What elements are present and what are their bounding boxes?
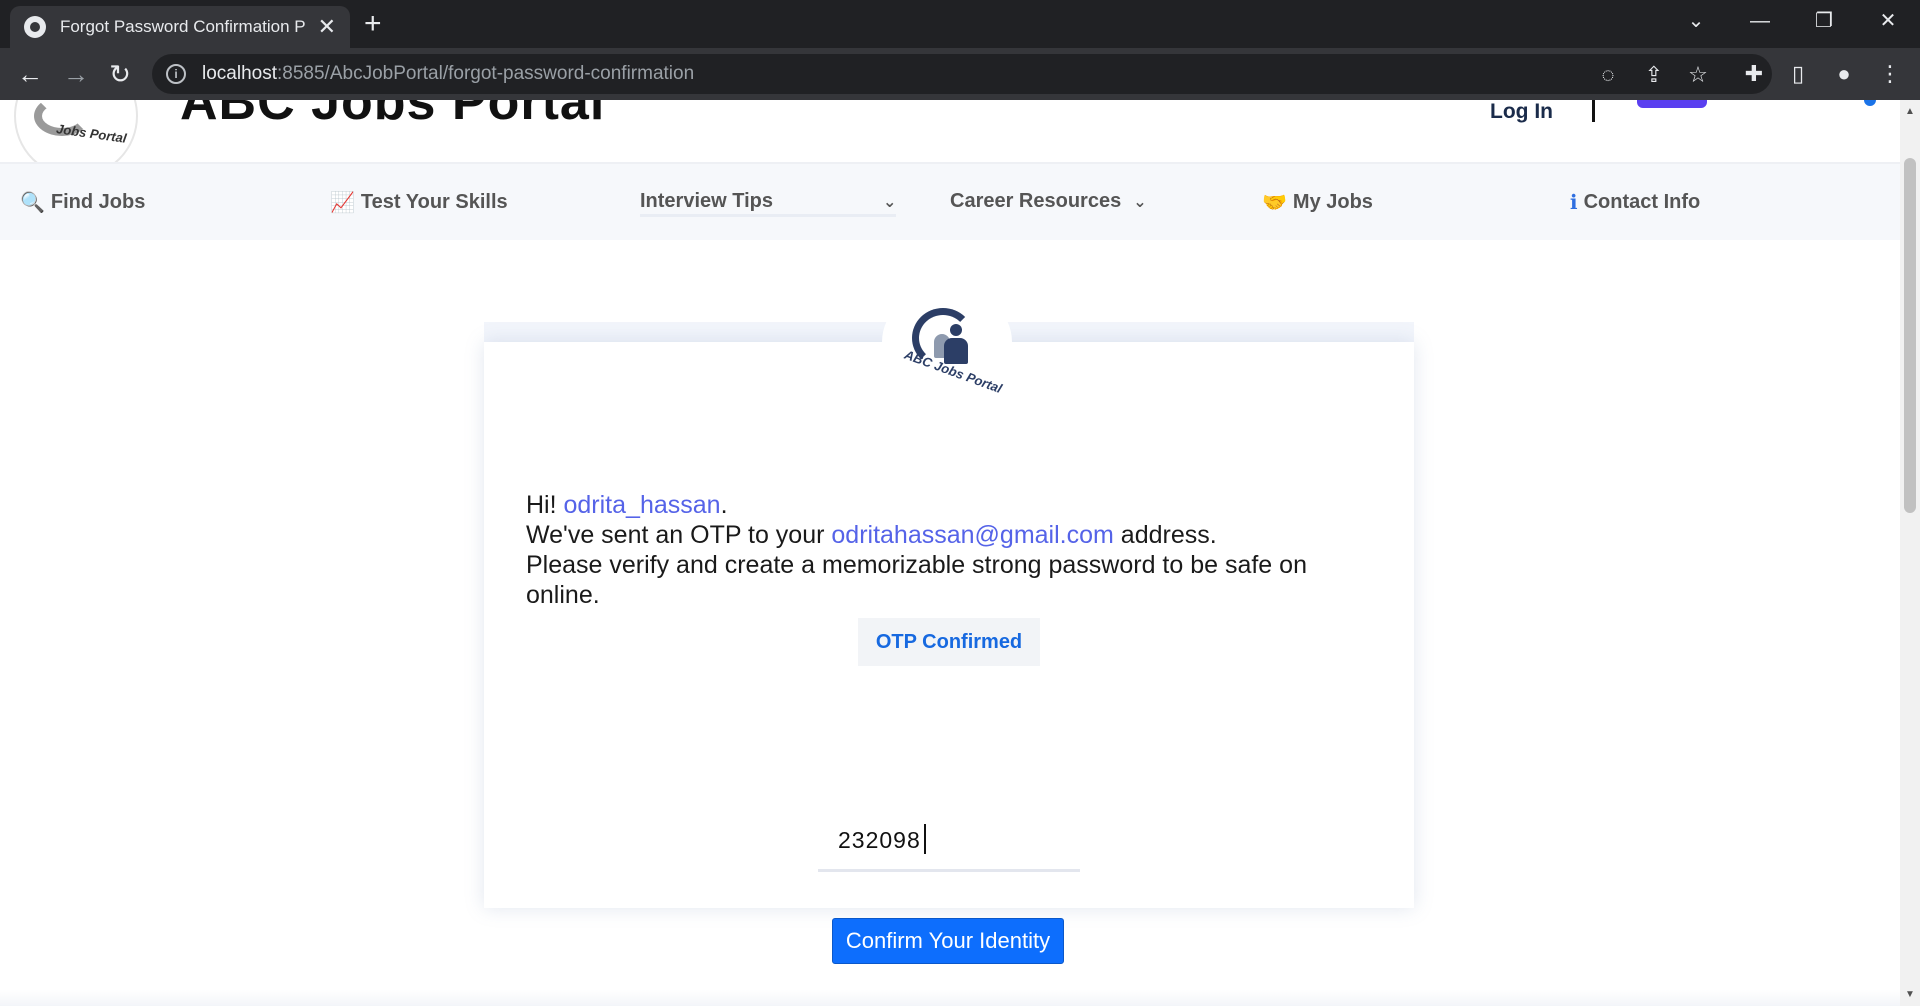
minimize-icon[interactable]: — xyxy=(1740,6,1780,36)
page-scrollbar[interactable]: ▲ ▼ xyxy=(1900,100,1920,1006)
nav-contact-info-label: Contact Info xyxy=(1583,191,1701,213)
tab-close-icon[interactable]: ✕ xyxy=(318,16,336,38)
url-text[interactable]: localhost:8585/AbcJobPortal/forgot-passw… xyxy=(202,63,694,85)
chart-line-icon: 📈 xyxy=(330,192,355,214)
nav-my-jobs[interactable]: 🤝 My Jobs xyxy=(1262,190,1373,215)
extensions-icon[interactable]: ✚ xyxy=(1738,58,1770,90)
nav-contact-info[interactable]: ℹ Contact Info xyxy=(1570,190,1700,215)
site-header: Jobs Portal ABC Jobs Portal Log In xyxy=(0,100,1900,178)
otp-status-badge: OTP Confirmed xyxy=(858,618,1040,666)
site-info-icon[interactable]: i xyxy=(166,64,186,84)
back-icon[interactable]: ← xyxy=(14,58,46,90)
nav-find-jobs-label: Find Jobs xyxy=(50,191,146,213)
profile-icon[interactable]: ● xyxy=(1828,58,1860,90)
greeting-line: Hi! odrita_hassan. xyxy=(526,491,728,519)
header-divider xyxy=(1592,100,1595,122)
browser-tab[interactable]: Forgot Password Confirmation P ✕ xyxy=(10,6,350,48)
nav-interview-tips-dropdown[interactable]: Interview Tips ⌄ xyxy=(640,190,896,213)
info-circle-icon: ℹ xyxy=(1570,192,1578,214)
footer-edge xyxy=(0,990,1900,1006)
header-icon[interactable] xyxy=(1864,100,1876,106)
restore-icon[interactable]: ❐ xyxy=(1804,6,1844,36)
page-viewport: Jobs Portal ABC Jobs Portal Log In 🔍 Fin… xyxy=(0,100,1900,1006)
text-caret xyxy=(924,824,926,854)
url-path: :8585/AbcJobPortal/forgot-password-confi… xyxy=(277,63,695,84)
confirm-identity-button[interactable]: Confirm Your Identity xyxy=(832,918,1064,964)
side-panel-icon[interactable]: ▯ xyxy=(1782,58,1814,90)
header-signup-button[interactable] xyxy=(1637,100,1707,108)
nav-find-jobs[interactable]: 🔍 Find Jobs xyxy=(20,190,145,215)
handshake-icon: 🤝 xyxy=(1262,192,1287,214)
nav-my-jobs-label: My Jobs xyxy=(1292,191,1373,213)
otp-sent-line: We've sent an OTP to your odritahassan@g… xyxy=(526,521,1217,549)
browser-toolbar: ← → ↻ i localhost:8585/AbcJobPortal/forg… xyxy=(0,48,1920,100)
tab-title: Forgot Password Confirmation P xyxy=(59,17,306,36)
scroll-up-icon[interactable]: ▲ xyxy=(1905,106,1915,117)
site-favicon-icon xyxy=(24,16,46,38)
card-logo: ABC Jobs Portal xyxy=(882,286,1012,398)
otp-message: Hi! odrita_hassan. We've sent an OTP to … xyxy=(526,490,1346,610)
search-icon: 🔍 xyxy=(20,192,45,214)
scrollbar-thumb[interactable] xyxy=(1904,158,1916,513)
nav-career-resources-dropdown[interactable]: Career Resources ⌄ xyxy=(950,190,1147,213)
main-navbar: 🔍 Find Jobs 📈 Test Your Skills Interview… xyxy=(0,162,1900,240)
instruction-text: Please verify and create a memorizable s… xyxy=(526,551,1307,609)
browser-menu-icon[interactable]: ⋮ xyxy=(1874,58,1906,90)
tab-search-icon[interactable]: ⌄ xyxy=(1676,6,1716,36)
scroll-down-icon[interactable]: ▼ xyxy=(1905,989,1915,1000)
address-bar[interactable]: i localhost:8585/AbcJobPortal/forgot-pas… xyxy=(152,54,1772,94)
window-close-icon[interactable]: ✕ xyxy=(1868,6,1908,36)
email-link[interactable]: odritahassan@gmail.com xyxy=(831,521,1113,549)
eye-off-icon[interactable]: ◌ xyxy=(1594,62,1622,88)
site-brand-title[interactable]: ABC Jobs Portal xyxy=(180,100,605,132)
nav-career-resources-label: Career Resources xyxy=(950,190,1122,212)
forward-icon[interactable]: → xyxy=(60,58,92,90)
bookmark-star-icon[interactable]: ☆ xyxy=(1684,62,1712,88)
share-icon[interactable]: ⇪ xyxy=(1640,62,1668,88)
url-host: localhost xyxy=(202,63,277,84)
reload-icon[interactable]: ↻ xyxy=(104,58,136,90)
chevron-down-icon: ⌄ xyxy=(1133,193,1147,211)
username-link[interactable]: odrita_hassan xyxy=(564,491,721,519)
nav-test-your-skills-label: Test Your Skills xyxy=(360,191,508,213)
login-link[interactable]: Log In xyxy=(1490,100,1553,124)
header-logo-text: Jobs Portal xyxy=(55,121,128,146)
nav-test-your-skills[interactable]: 📈 Test Your Skills xyxy=(330,190,508,215)
dropdown-underline xyxy=(640,214,896,217)
nav-interview-tips-label: Interview Tips xyxy=(640,190,774,212)
browser-titlebar: Forgot Password Confirmation P ✕ + ⌄ — ❐… xyxy=(0,0,1920,48)
new-tab-icon[interactable]: + xyxy=(364,8,382,40)
chevron-down-icon: ⌄ xyxy=(883,193,897,211)
otp-input[interactable] xyxy=(818,812,1080,872)
